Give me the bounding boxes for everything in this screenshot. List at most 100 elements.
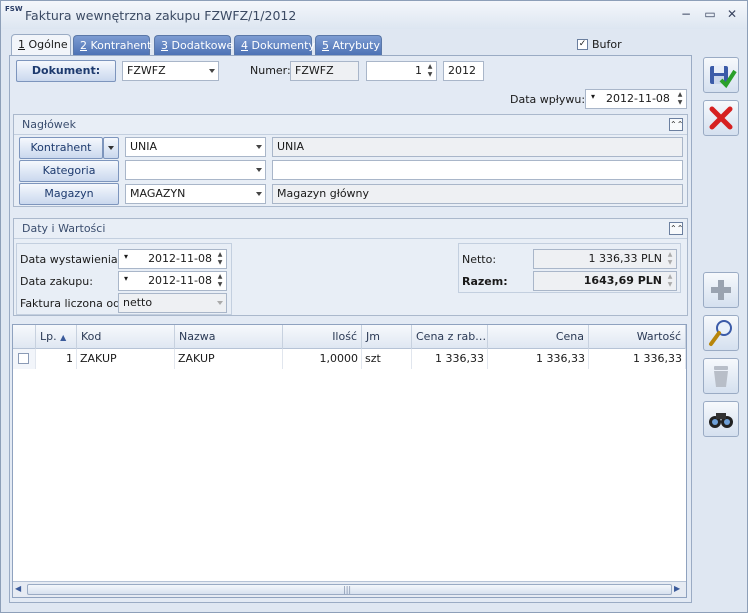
tab-dodatkowe[interactable]: 3 Dodatkowe [154, 35, 234, 55]
netto-label: Netto: [462, 253, 497, 266]
section-header: Nagłówek ⌃⌃ [14, 115, 687, 135]
cell-ilosc: 1,0000 [283, 349, 362, 369]
add-icon [711, 280, 731, 300]
spin-up-icon: ▲ [667, 251, 673, 258]
kontrahent-code-value: UNIA [130, 140, 158, 153]
data-wplywu-value: 2012-11-08 [606, 92, 670, 105]
razem-label: Razem: [462, 275, 508, 288]
netto-value: 1 336,33 PLN [588, 252, 662, 265]
magazyn-name-field: Magazyn główny [272, 184, 683, 204]
kategoria-select[interactable] [125, 160, 266, 180]
document-type-value: FZWFZ [127, 64, 166, 77]
cell-cena: 1 336,33 [488, 349, 589, 369]
cell-lp: 1 [36, 349, 77, 369]
numer-year-field[interactable]: 2012 [443, 61, 484, 81]
tab-number: 5 [322, 39, 329, 52]
calendar-dropdown-icon[interactable]: ▾ [124, 274, 128, 283]
dokument-button[interactable]: Dokument: [16, 60, 116, 82]
data-zakupu-value: 2012-11-08 [148, 274, 212, 287]
row-checkbox[interactable] [18, 353, 29, 364]
section-title: Daty i Wartości [22, 222, 106, 235]
minimize-icon[interactable]: − [677, 6, 695, 22]
tab-ogolne[interactable]: 1 Ogólne [11, 34, 71, 56]
collapse-icon[interactable]: ⌃⌃ [669, 118, 683, 131]
faktura-liczona-select[interactable]: netto [118, 293, 227, 313]
horizontal-scrollbar[interactable]: ◀ ||| ▶ [13, 581, 686, 597]
data-wystawienia-field[interactable]: ▾ 2012-11-08 ▲ ▼ [118, 249, 227, 269]
naglowek-section: Nagłówek ⌃⌃ Kontrahent UNIA UNIA Kategori… [13, 114, 688, 207]
data-wplywu-label: Data wpływu: [510, 93, 586, 106]
collapse-icon[interactable]: ⌃⌃ [669, 222, 683, 235]
scroll-left-icon[interactable]: ◀ [15, 584, 25, 594]
netto-field: 1 336,33 PLN ▲ ▼ [533, 249, 677, 269]
calendar-dropdown-icon[interactable]: ▾ [124, 252, 128, 261]
spin-up-icon[interactable]: ▲ [676, 91, 684, 99]
kategoria-desc-field[interactable] [272, 160, 683, 180]
data-wplywu-field[interactable]: ▾ 2012-11-08 ▲ ▼ [585, 89, 687, 109]
tab-kontrahent[interactable]: 2 Kontrahent [73, 35, 151, 55]
tab-number: 4 [241, 39, 248, 52]
kategoria-button[interactable]: Kategoria [19, 160, 119, 182]
add-button[interactable] [703, 272, 739, 308]
tab-label: Atrybuty [329, 39, 380, 52]
chevron-down-icon [256, 145, 262, 149]
data-zakupu-field[interactable]: ▾ 2012-11-08 ▲ ▼ [118, 271, 227, 291]
table-row[interactable]: 1 ZAKUP ZAKUP 1,0000 szt 1 336,33 1 336,… [13, 325, 686, 369]
numer-prefix-field: FZWFZ [290, 61, 359, 81]
spin-up-icon[interactable]: ▲ [216, 251, 224, 259]
chevron-down-icon [108, 146, 114, 150]
tab-number: 2 [80, 39, 87, 52]
spin-down-icon: ▼ [667, 259, 673, 266]
spin-up-icon[interactable]: ▲ [216, 273, 224, 281]
row-select-cell [13, 349, 36, 369]
tab-label: Dodatkowe [168, 39, 234, 52]
maximize-icon[interactable]: ▭ [701, 6, 719, 22]
tab-number: 1 [18, 38, 25, 51]
save-icon [710, 66, 737, 89]
kontrahent-menu-button[interactable] [103, 137, 119, 159]
kontrahent-code-select[interactable]: UNIA [125, 137, 266, 157]
scroll-right-icon[interactable]: ▶ [674, 584, 684, 594]
close-icon[interactable]: ✕ [723, 6, 741, 22]
spin-down-icon[interactable]: ▼ [216, 281, 224, 289]
find-icon [709, 413, 733, 428]
magazyn-code-value: MAGAZYN [130, 187, 186, 200]
edit-button[interactable] [703, 315, 739, 351]
spin-up-icon[interactable]: ▲ [426, 63, 434, 71]
data-wystawienia-value: 2012-11-08 [148, 252, 212, 265]
save-button[interactable] [703, 57, 739, 93]
find-button[interactable] [703, 401, 739, 437]
spin-down-icon[interactable]: ▼ [216, 259, 224, 267]
numer-value-field[interactable]: 1 ▲ ▼ [366, 61, 437, 81]
cell-nazwa: ZAKUP [175, 349, 283, 369]
magazyn-button[interactable]: Magazyn [19, 183, 119, 205]
numer-value: 1 [415, 64, 422, 77]
tab-atrybuty[interactable]: 5 Atrybuty [315, 35, 382, 55]
cancel-button[interactable] [703, 100, 739, 136]
spin-up-icon: ▲ [667, 273, 673, 280]
cell-cena-rab: 1 336,33 [412, 349, 488, 369]
delete-button[interactable] [703, 358, 739, 394]
chevron-down-icon [217, 301, 223, 305]
bufor-label: Bufor [592, 38, 622, 51]
faktura-liczona-value: netto [123, 296, 153, 309]
spin-down-icon[interactable]: ▼ [426, 71, 434, 79]
cancel-icon [709, 106, 733, 130]
document-type-select[interactable]: FZWFZ [122, 61, 219, 81]
razem-value: 1643,69 PLN [583, 274, 662, 287]
data-wystawienia-label: Data wystawienia: [20, 253, 122, 266]
spin-down-icon: ▼ [667, 281, 673, 288]
tab-dokumenty[interactable]: 4 Dokumenty [234, 35, 315, 55]
data-zakupu-label: Data zakupu: [20, 275, 93, 288]
scroll-thumb[interactable]: ||| [27, 584, 672, 595]
cell-wartosc: 1 336,33 [589, 349, 686, 369]
chevron-down-icon [209, 69, 215, 73]
spin-down-icon[interactable]: ▼ [676, 99, 684, 107]
kontrahent-button[interactable]: Kontrahent [19, 137, 103, 159]
calendar-dropdown-icon[interactable]: ▾ [591, 92, 595, 101]
faktura-liczona-label: Faktura liczona od: [20, 297, 124, 310]
magazyn-select[interactable]: MAGAZYN [125, 184, 266, 204]
bufor-checkbox[interactable]: ✓ [577, 39, 588, 50]
items-grid: Lp. ▲ Kod Nazwa Ilość Jm Cena z rab… Cen… [12, 324, 687, 598]
daty-section: Daty i Wartości ⌃⌃ Data wystawienia: ▾ 201… [13, 218, 688, 316]
